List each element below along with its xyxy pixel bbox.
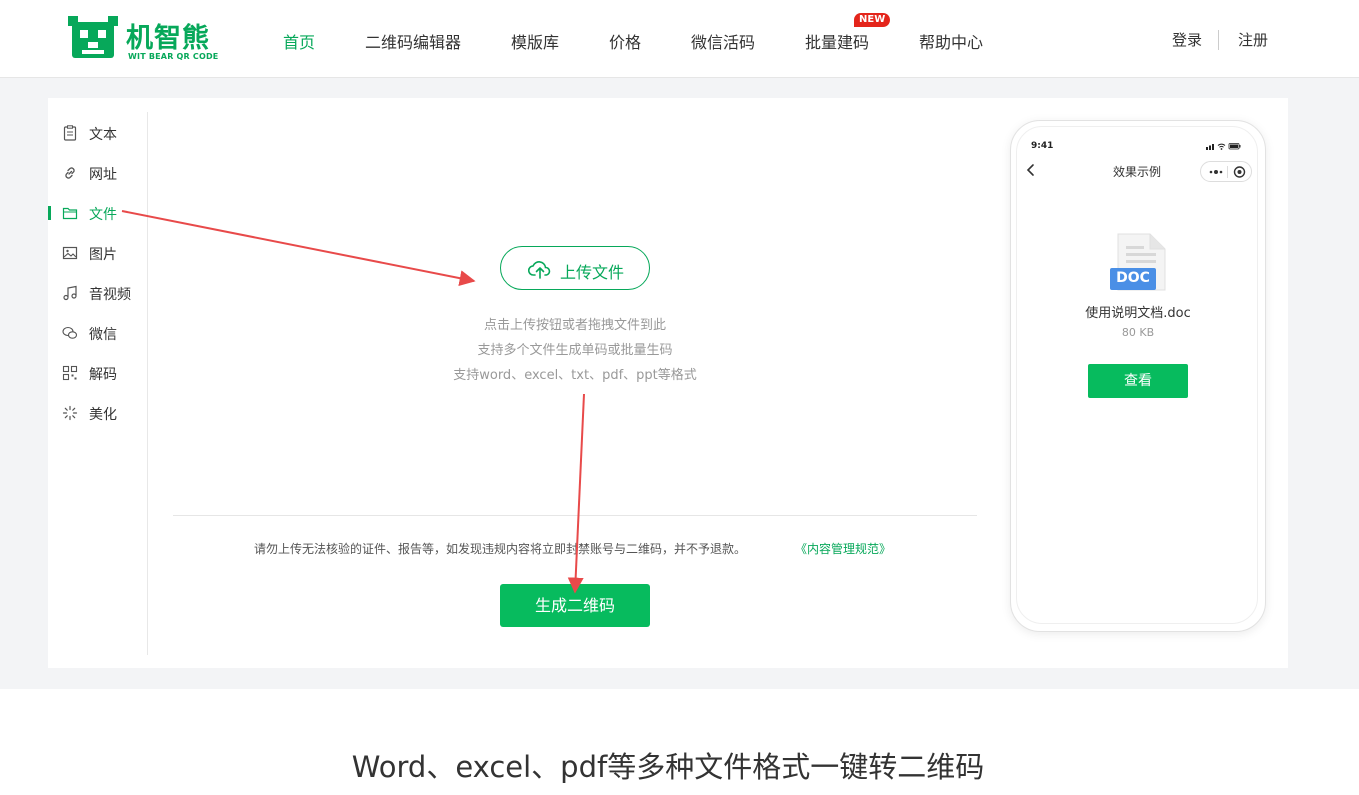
sidebar-active-indicator [48,206,51,220]
close-target-icon[interactable] [1232,165,1247,179]
doc-badge-label: DOC [1116,270,1150,286]
sidebar-item-label: 微信 [89,327,117,343]
image-icon [62,246,78,260]
section-heading: Word、excel、pdf等多种文件格式一键转二维码 [351,750,985,784]
cloud-upload-icon [528,261,551,279]
sidebar-item-audio-video[interactable]: 音视频 [62,282,142,304]
login-link[interactable]: 登录 [1172,29,1202,50]
phone-status-time: 9:41 [1031,141,1054,151]
sidebar-item-url[interactable]: 网址 [62,162,142,184]
top-header: 机智熊 WIT BEAR QR CODE 首页 二维码编辑器 模版库 价格 微信… [0,0,1359,78]
content-policy-link[interactable]: 《内容管理规范》 [795,540,891,557]
content-divider [173,515,977,516]
new-badge: NEW [854,13,891,27]
logo[interactable]: 机智熊 WIT BEAR QR CODE [66,14,226,64]
clipboard-icon [63,125,77,141]
sidebar-item-label: 图片 [89,247,117,263]
sparkle-icon [62,405,78,421]
upload-file-button[interactable]: 上传文件 [500,246,650,290]
nav-home[interactable]: 首页 [283,29,315,53]
upload-hint-1: 点击上传按钮或者拖拽文件到此 [483,318,666,333]
sidebar-item-image[interactable]: 图片 [62,242,142,264]
folder-icon [62,207,78,220]
sidebar-item-file[interactable]: 文件 [62,202,142,224]
sidebar-divider [147,112,148,655]
qr-scan-icon [62,365,78,381]
sidebar-item-beautify[interactable]: 美化 [62,402,142,424]
upload-hint-2: 支持多个文件生成单码或批量生码 [477,343,673,358]
sidebar-item-label: 文本 [89,127,117,143]
sidebar-item-label: 美化 [89,407,117,423]
register-link[interactable]: 注册 [1238,29,1268,50]
sidebar-item-label: 网址 [89,167,117,183]
doc-file-icon: DOC [1110,232,1168,294]
nav-batch-create[interactable]: 批量建码 [805,29,869,53]
music-icon [63,285,77,301]
nav-pricing[interactable]: 价格 [609,29,641,53]
upload-hint-3: 支持word、excel、txt、pdf、ppt等格式 [453,368,697,383]
more-dots-icon[interactable] [1208,165,1224,179]
wechat-icon [62,326,78,339]
sidebar-item-decode[interactable]: 解码 [62,362,142,384]
capsule-divider [1227,166,1228,178]
upload-button-label: 上传文件 [560,263,625,282]
link-icon [65,167,75,179]
mini-program-capsule [1200,161,1252,182]
nav-templates[interactable]: 模版库 [511,29,559,53]
generate-qr-button[interactable]: 生成二维码 [500,584,650,627]
bear-logo-icon [68,16,118,58]
brand-tagline: WIT BEAR QR CODE [128,52,219,61]
nav-help-center[interactable]: 帮助中心 [919,29,983,53]
preview-file-size: 80 KB [1121,326,1155,339]
auth-divider [1218,30,1219,50]
phone-page-title: 效果示例 [1112,165,1161,179]
nav-qr-editor[interactable]: 二维码编辑器 [365,29,461,53]
preview-file-name: 使用说明文档.doc [1085,306,1191,321]
upload-notice: 请勿上传无法核验的证件、报告等，如发现违规内容将立即封禁账号与二维码，并不予退款… [254,542,747,556]
sidebar-item-label: 音视频 [89,287,131,303]
sidebar-item-label: 解码 [89,367,117,383]
sidebar-item-label: 文件 [89,207,117,223]
signal-wifi-battery-icon [1206,143,1241,150]
back-chevron-icon[interactable] [1024,162,1038,178]
nav-wechat-live-code[interactable]: 微信活码 [691,29,755,53]
view-file-button[interactable]: 查看 [1088,364,1188,398]
sidebar-item-text[interactable]: 文本 [62,122,142,144]
brand-name: 机智熊 [126,23,210,54]
sidebar-item-wechat[interactable]: 微信 [62,322,142,344]
